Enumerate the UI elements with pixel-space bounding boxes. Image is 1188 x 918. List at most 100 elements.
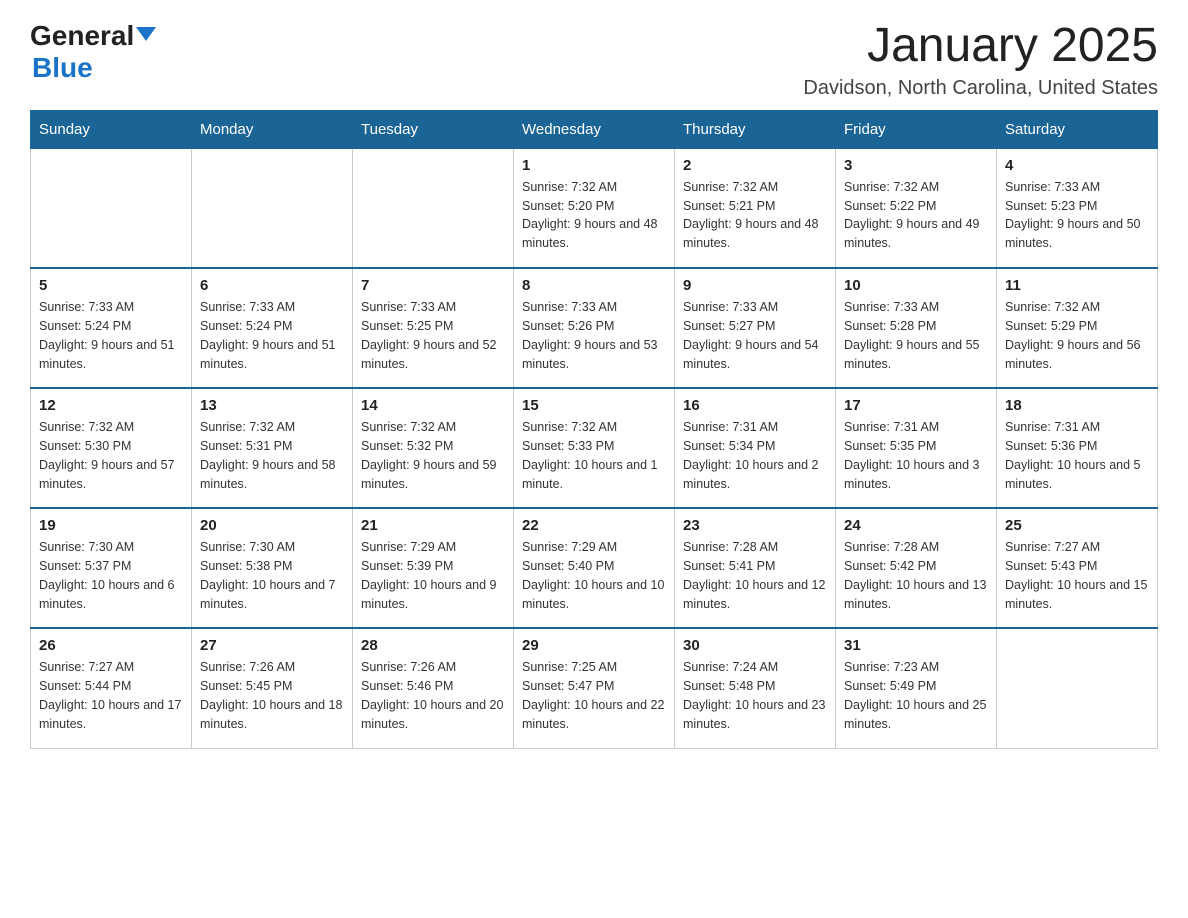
day-number: 10 (844, 277, 988, 294)
day-number: 13 (200, 397, 344, 414)
day-info: Sunrise: 7:29 AMSunset: 5:39 PMDaylight:… (361, 538, 505, 613)
col-header-sunday: Sunday (31, 110, 192, 148)
col-header-saturday: Saturday (997, 110, 1158, 148)
calendar-cell: 23Sunrise: 7:28 AMSunset: 5:41 PMDayligh… (675, 508, 836, 628)
day-number: 12 (39, 397, 183, 414)
day-number: 28 (361, 637, 505, 654)
day-number: 11 (1005, 277, 1149, 294)
day-info: Sunrise: 7:32 AMSunset: 5:30 PMDaylight:… (39, 418, 183, 493)
day-info: Sunrise: 7:27 AMSunset: 5:44 PMDaylight:… (39, 658, 183, 733)
logo-general: General (30, 20, 134, 52)
day-info: Sunrise: 7:32 AMSunset: 5:20 PMDaylight:… (522, 178, 666, 253)
calendar-header-row: SundayMondayTuesdayWednesdayThursdayFrid… (31, 110, 1158, 148)
day-info: Sunrise: 7:31 AMSunset: 5:35 PMDaylight:… (844, 418, 988, 493)
day-number: 20 (200, 517, 344, 534)
day-number: 3 (844, 157, 988, 174)
day-number: 9 (683, 277, 827, 294)
day-info: Sunrise: 7:26 AMSunset: 5:46 PMDaylight:… (361, 658, 505, 733)
title-section: January 2025 Davidson, North Carolina, U… (803, 20, 1158, 100)
day-number: 24 (844, 517, 988, 534)
day-info: Sunrise: 7:30 AMSunset: 5:37 PMDaylight:… (39, 538, 183, 613)
day-number: 31 (844, 637, 988, 654)
day-number: 22 (522, 517, 666, 534)
day-info: Sunrise: 7:33 AMSunset: 5:28 PMDaylight:… (844, 298, 988, 373)
day-number: 26 (39, 637, 183, 654)
day-number: 6 (200, 277, 344, 294)
day-info: Sunrise: 7:25 AMSunset: 5:47 PMDaylight:… (522, 658, 666, 733)
calendar-cell (192, 148, 353, 268)
day-number: 8 (522, 277, 666, 294)
logo: General Blue (30, 20, 156, 84)
day-info: Sunrise: 7:32 AMSunset: 5:29 PMDaylight:… (1005, 298, 1149, 373)
day-number: 2 (683, 157, 827, 174)
day-info: Sunrise: 7:24 AMSunset: 5:48 PMDaylight:… (683, 658, 827, 733)
day-number: 19 (39, 517, 183, 534)
day-number: 14 (361, 397, 505, 414)
calendar-cell: 12 Sunrise: 7:32 AMSunset: 5:30 PMDayligh… (31, 388, 192, 508)
day-info: Sunrise: 7:30 AMSunset: 5:38 PMDaylight:… (200, 538, 344, 613)
calendar-week-row: 12 Sunrise: 7:32 AMSunset: 5:30 PMDayligh… (31, 388, 1158, 508)
calendar-cell (353, 148, 514, 268)
day-info: Sunrise: 7:32 AMSunset: 5:31 PMDaylight:… (200, 418, 344, 493)
day-number: 4 (1005, 157, 1149, 174)
month-title: January 2025 (803, 20, 1158, 73)
col-header-tuesday: Tuesday (353, 110, 514, 148)
calendar-cell: 24 Sunrise: 7:28 AMSunset: 5:42 PMDayligh… (836, 508, 997, 628)
page-header: General Blue January 2025 Davidson, Nort… (30, 20, 1158, 100)
calendar-cell: 16Sunrise: 7:31 AMSunset: 5:34 PMDayligh… (675, 388, 836, 508)
calendar-week-row: 5 Sunrise: 7:33 AMSunset: 5:24 PMDaylight… (31, 268, 1158, 388)
day-number: 29 (522, 637, 666, 654)
calendar-table: SundayMondayTuesdayWednesdayThursdayFrid… (30, 110, 1158, 749)
calendar-cell (31, 148, 192, 268)
calendar-cell: 11 Sunrise: 7:32 AMSunset: 5:29 PMDayligh… (997, 268, 1158, 388)
calendar-cell: 6 Sunrise: 7:33 AMSunset: 5:24 PMDaylight… (192, 268, 353, 388)
calendar-week-row: 19 Sunrise: 7:30 AMSunset: 5:37 PMDayligh… (31, 508, 1158, 628)
day-number: 7 (361, 277, 505, 294)
col-header-friday: Friday (836, 110, 997, 148)
calendar-cell: 29 Sunrise: 7:25 AMSunset: 5:47 PMDayligh… (514, 628, 675, 748)
day-info: Sunrise: 7:23 AMSunset: 5:49 PMDaylight:… (844, 658, 988, 733)
calendar-cell: 3Sunrise: 7:32 AMSunset: 5:22 PMDaylight… (836, 148, 997, 268)
col-header-wednesday: Wednesday (514, 110, 675, 148)
calendar-cell: 25Sunrise: 7:27 AMSunset: 5:43 PMDayligh… (997, 508, 1158, 628)
day-number: 27 (200, 637, 344, 654)
calendar-cell: 17 Sunrise: 7:31 AMSunset: 5:35 PMDayligh… (836, 388, 997, 508)
calendar-cell: 1 Sunrise: 7:32 AMSunset: 5:20 PMDaylight… (514, 148, 675, 268)
day-info: Sunrise: 7:31 AMSunset: 5:34 PMDaylight:… (683, 418, 827, 493)
day-number: 30 (683, 637, 827, 654)
calendar-cell (997, 628, 1158, 748)
day-info: Sunrise: 7:28 AMSunset: 5:42 PMDaylight:… (844, 538, 988, 613)
calendar-cell: 19 Sunrise: 7:30 AMSunset: 5:37 PMDayligh… (31, 508, 192, 628)
calendar-week-row: 26 Sunrise: 7:27 AMSunset: 5:44 PMDayligh… (31, 628, 1158, 748)
day-number: 18 (1005, 397, 1149, 414)
day-info: Sunrise: 7:27 AMSunset: 5:43 PMDaylight:… (1005, 538, 1149, 613)
day-number: 23 (683, 517, 827, 534)
calendar-cell: 8 Sunrise: 7:33 AMSunset: 5:26 PMDaylight… (514, 268, 675, 388)
location-title: Davidson, North Carolina, United States (803, 77, 1158, 100)
day-info: Sunrise: 7:33 AMSunset: 5:24 PMDaylight:… (39, 298, 183, 373)
calendar-cell: 15Sunrise: 7:32 AMSunset: 5:33 PMDayligh… (514, 388, 675, 508)
day-info: Sunrise: 7:26 AMSunset: 5:45 PMDaylight:… (200, 658, 344, 733)
logo-triangle-icon (136, 27, 156, 41)
day-info: Sunrise: 7:33 AMSunset: 5:26 PMDaylight:… (522, 298, 666, 373)
logo-blue: Blue (32, 52, 93, 84)
calendar-cell: 7Sunrise: 7:33 AMSunset: 5:25 PMDaylight… (353, 268, 514, 388)
day-info: Sunrise: 7:31 AMSunset: 5:36 PMDaylight:… (1005, 418, 1149, 493)
day-number: 15 (522, 397, 666, 414)
day-info: Sunrise: 7:33 AMSunset: 5:23 PMDaylight:… (1005, 178, 1149, 253)
day-number: 21 (361, 517, 505, 534)
calendar-cell: 9 Sunrise: 7:33 AMSunset: 5:27 PMDaylight… (675, 268, 836, 388)
day-number: 5 (39, 277, 183, 294)
day-info: Sunrise: 7:33 AMSunset: 5:24 PMDaylight:… (200, 298, 344, 373)
calendar-cell: 30 Sunrise: 7:24 AMSunset: 5:48 PMDayligh… (675, 628, 836, 748)
calendar-cell: 18 Sunrise: 7:31 AMSunset: 5:36 PMDayligh… (997, 388, 1158, 508)
calendar-cell: 13 Sunrise: 7:32 AMSunset: 5:31 PMDayligh… (192, 388, 353, 508)
calendar-cell: 31 Sunrise: 7:23 AMSunset: 5:49 PMDayligh… (836, 628, 997, 748)
calendar-cell: 4 Sunrise: 7:33 AMSunset: 5:23 PMDaylight… (997, 148, 1158, 268)
calendar-cell: 22Sunrise: 7:29 AMSunset: 5:40 PMDayligh… (514, 508, 675, 628)
calendar-cell: 28 Sunrise: 7:26 AMSunset: 5:46 PMDayligh… (353, 628, 514, 748)
day-info: Sunrise: 7:33 AMSunset: 5:27 PMDaylight:… (683, 298, 827, 373)
day-number: 1 (522, 157, 666, 174)
calendar-cell: 2Sunrise: 7:32 AMSunset: 5:21 PMDaylight… (675, 148, 836, 268)
day-number: 17 (844, 397, 988, 414)
